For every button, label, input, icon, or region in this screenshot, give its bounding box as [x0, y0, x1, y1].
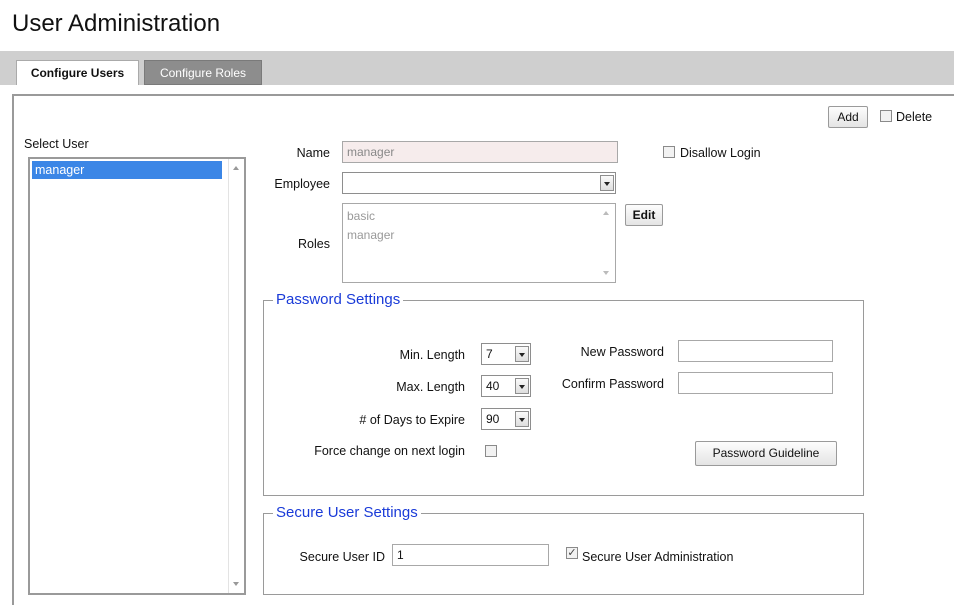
- tab-configure-roles[interactable]: Configure Roles: [144, 60, 262, 85]
- user-list-scrollbar[interactable]: [228, 159, 244, 593]
- scroll-down-icon[interactable]: [603, 271, 609, 275]
- max-length-select[interactable]: 40: [481, 375, 531, 397]
- role-item[interactable]: basic: [347, 209, 375, 223]
- confirm-password-label: Confirm Password: [561, 377, 664, 391]
- delete-label: Delete: [896, 110, 933, 124]
- page-title: User Administration: [12, 10, 221, 37]
- chevron-down-icon[interactable]: [515, 411, 529, 427]
- password-settings-group: [263, 300, 864, 496]
- secure-user-admin-checkbox[interactable]: ✓: [566, 547, 578, 559]
- employee-label: Employee: [274, 177, 330, 191]
- scroll-up-icon[interactable]: [603, 211, 609, 215]
- name-input[interactable]: manager: [342, 141, 618, 163]
- user-listbox[interactable]: manager: [28, 157, 246, 595]
- secure-user-id-input[interactable]: 1: [392, 544, 549, 566]
- add-button[interactable]: Add: [828, 106, 868, 128]
- days-to-expire-label: # of Days to Expire: [359, 413, 465, 427]
- chevron-down-icon[interactable]: [515, 346, 529, 362]
- roles-listbox[interactable]: basic manager: [342, 203, 616, 283]
- min-length-value: 7: [486, 347, 493, 361]
- new-password-label: New Password: [580, 345, 664, 359]
- tab-bar: Configure Users Configure Roles: [0, 51, 954, 85]
- max-length-label: Max. Length: [396, 380, 465, 394]
- employee-select[interactable]: [342, 172, 616, 194]
- min-length-select[interactable]: 7: [481, 343, 531, 365]
- disallow-login-label: Disallow Login: [680, 146, 761, 160]
- days-to-expire-value: 90: [486, 412, 500, 426]
- force-change-checkbox[interactable]: [485, 445, 497, 457]
- force-change-label: Force change on next login: [314, 444, 465, 458]
- edit-roles-button[interactable]: Edit: [625, 204, 663, 226]
- min-length-label: Min. Length: [399, 348, 465, 362]
- roles-label: Roles: [298, 237, 330, 251]
- user-list-item[interactable]: manager: [32, 161, 222, 179]
- secure-user-settings-legend: Secure User Settings: [273, 504, 421, 521]
- disallow-login-checkbox[interactable]: [663, 146, 675, 158]
- delete-checkbox[interactable]: [880, 110, 892, 122]
- name-label: Name: [296, 146, 330, 160]
- password-guideline-button[interactable]: Password Guideline: [695, 441, 837, 466]
- role-item[interactable]: manager: [347, 228, 394, 242]
- secure-user-id-label: Secure User ID: [299, 550, 385, 564]
- confirm-password-input[interactable]: [678, 372, 833, 394]
- secure-user-admin-label: Secure User Administration: [582, 550, 734, 564]
- scroll-up-icon[interactable]: [233, 166, 239, 170]
- roles-scrollbar[interactable]: [599, 204, 615, 282]
- password-settings-legend: Password Settings: [273, 291, 404, 308]
- chevron-down-icon[interactable]: [600, 175, 614, 191]
- scroll-down-icon[interactable]: [233, 582, 239, 586]
- max-length-value: 40: [486, 379, 500, 393]
- chevron-down-icon[interactable]: [515, 378, 529, 394]
- days-to-expire-select[interactable]: 90: [481, 408, 531, 430]
- tab-configure-users[interactable]: Configure Users: [16, 60, 139, 85]
- new-password-input[interactable]: [678, 340, 833, 362]
- select-user-label: Select User: [24, 137, 89, 151]
